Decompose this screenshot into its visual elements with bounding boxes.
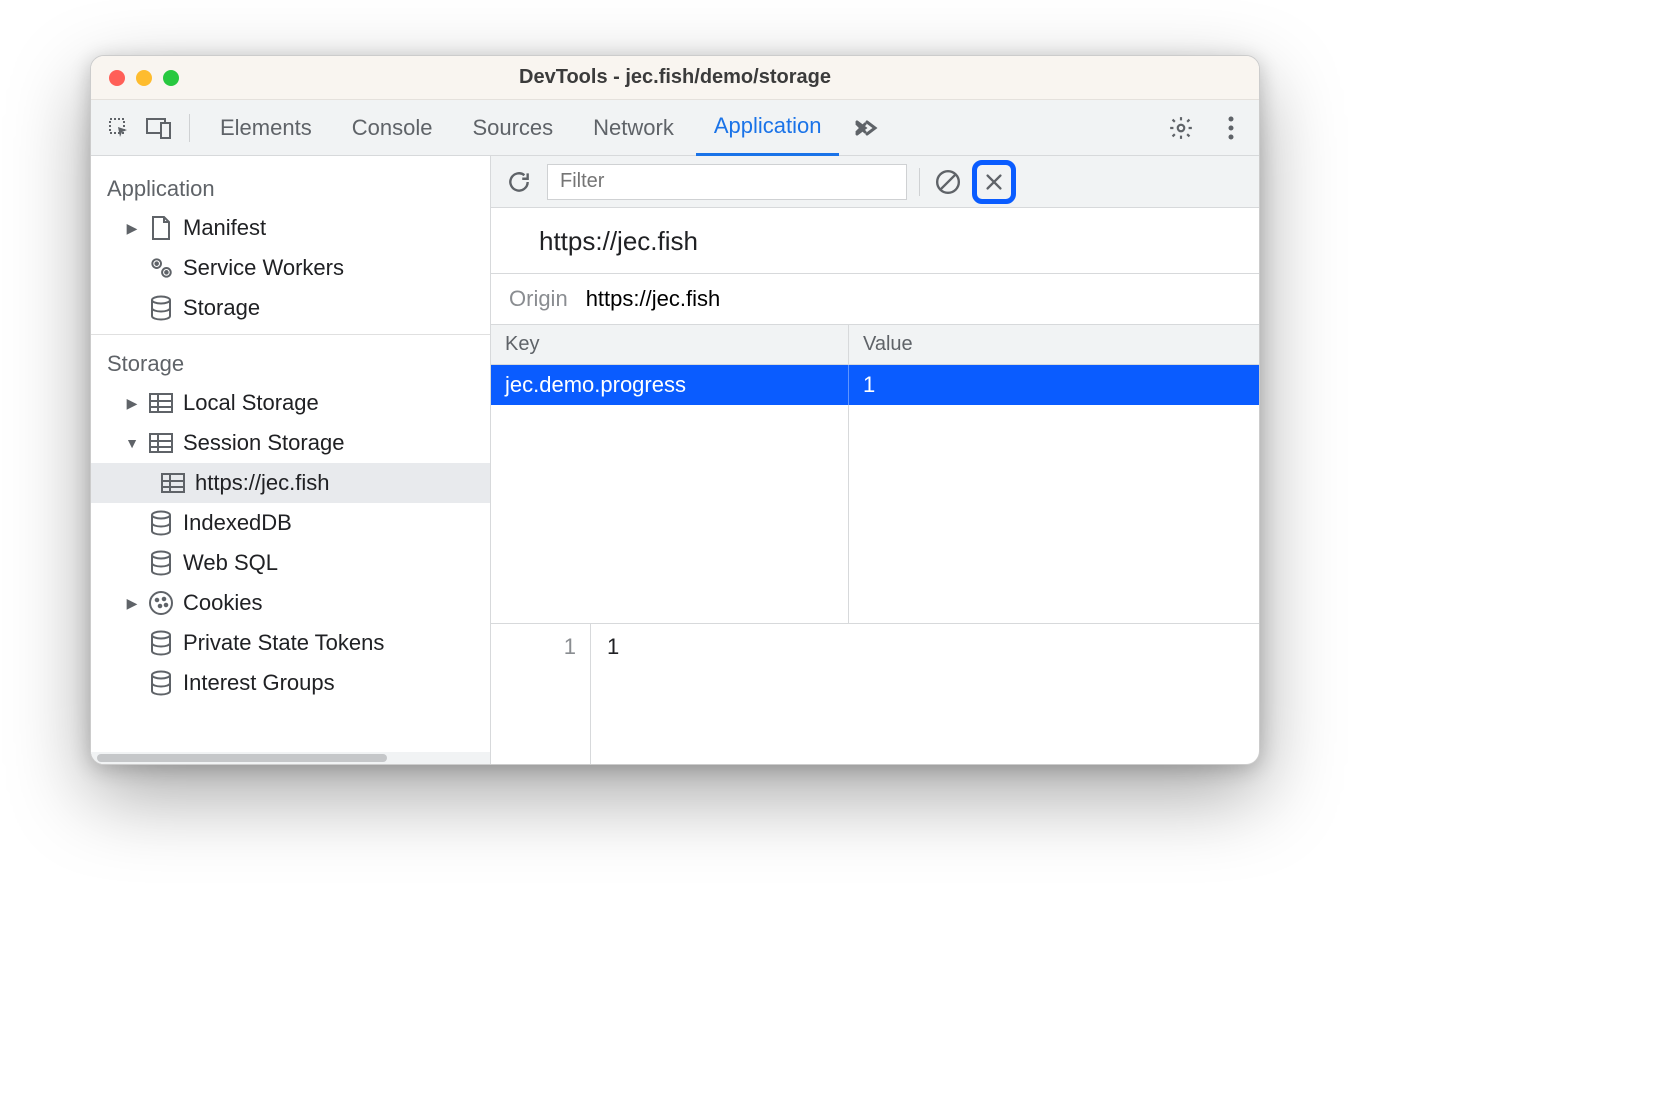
application-sidebar[interactable]: Application ▶ Manifest Se xyxy=(91,156,491,764)
origin-label: Origin xyxy=(509,286,568,312)
panel-toolbar xyxy=(491,156,1259,208)
settings-icon[interactable] xyxy=(1163,110,1199,146)
sidebar-item-label: Service Workers xyxy=(183,255,344,281)
separator xyxy=(91,334,490,335)
delete-selected-icon[interactable] xyxy=(980,168,1008,196)
table-empty-area[interactable] xyxy=(491,405,1259,624)
sidebar-item-label: Private State Tokens xyxy=(183,630,384,656)
column-header-value[interactable]: Value xyxy=(849,325,1259,364)
minimize-window-button[interactable] xyxy=(136,70,152,86)
separator xyxy=(919,168,920,196)
cookie-icon xyxy=(147,589,175,617)
horizontal-scrollbar[interactable] xyxy=(91,752,490,764)
device-toolbar-icon[interactable] xyxy=(141,110,177,146)
sidebar-item-label: IndexedDB xyxy=(183,510,292,536)
table-icon xyxy=(147,389,175,417)
sidebar-item-local-storage[interactable]: ▶ Local Storage xyxy=(91,383,490,423)
cell-key[interactable]: jec.demo.progress xyxy=(491,365,849,405)
origin-heading: https://jec.fish xyxy=(491,208,1259,274)
value-preview: 1 1 xyxy=(491,624,1259,764)
database-icon xyxy=(147,294,175,322)
sidebar-item-service-workers[interactable]: Service Workers xyxy=(91,248,490,288)
table-row[interactable]: jec.demo.progress 1 xyxy=(491,365,1259,405)
preview-content: 1 xyxy=(591,624,1259,764)
sidebar-item-private-state-tokens[interactable]: Private State Tokens xyxy=(91,623,490,663)
table-icon xyxy=(159,469,187,497)
delete-selected-highlight xyxy=(972,160,1016,204)
devtools-toolbar: Elements Console Sources Network Applica… xyxy=(91,100,1259,156)
sidebar-item-label: Cookies xyxy=(183,590,262,616)
table-icon xyxy=(147,429,175,457)
zoom-window-button[interactable] xyxy=(163,70,179,86)
sidebar-item-session-storage[interactable]: ▼ Session Storage xyxy=(91,423,490,463)
sidebar-item-label: https://jec.fish xyxy=(195,470,330,496)
scrollbar-thumb[interactable] xyxy=(97,754,387,762)
tab-network[interactable]: Network xyxy=(575,100,692,156)
tab-elements[interactable]: Elements xyxy=(202,100,330,156)
sidebar-item-label: Session Storage xyxy=(183,430,344,456)
sidebar-item-label: Manifest xyxy=(183,215,266,241)
column-header-key[interactable]: Key xyxy=(491,325,849,364)
inspect-element-icon[interactable] xyxy=(101,110,137,146)
sidebar-section-application: Application xyxy=(91,166,490,208)
sidebar-item-label: Interest Groups xyxy=(183,670,335,696)
filter-input[interactable] xyxy=(547,164,907,200)
collapse-arrow-icon: ▼ xyxy=(125,435,139,451)
kebab-menu-icon[interactable] xyxy=(1213,110,1249,146)
sidebar-item-interest-groups[interactable]: Interest Groups xyxy=(91,663,490,703)
separator xyxy=(189,114,190,142)
table-header: Key Value xyxy=(491,325,1259,365)
titlebar: DevTools - jec.fish/demo/storage xyxy=(91,56,1259,100)
sidebar-item-label: Local Storage xyxy=(183,390,319,416)
sidebar-item-manifest[interactable]: ▶ Manifest xyxy=(91,208,490,248)
sidebar-item-label: Web SQL xyxy=(183,550,278,576)
expand-arrow-icon: ▶ xyxy=(125,595,139,612)
expand-arrow-icon: ▶ xyxy=(125,220,139,237)
cell-value[interactable]: 1 xyxy=(849,365,1259,405)
storage-panel: https://jec.fish Origin https://jec.fish… xyxy=(486,156,1259,764)
tab-sources[interactable]: Sources xyxy=(454,100,571,156)
database-icon xyxy=(147,669,175,697)
origin-value: https://jec.fish xyxy=(586,286,721,312)
origin-row: Origin https://jec.fish xyxy=(491,274,1259,325)
sidebar-item-session-origin[interactable]: https://jec.fish xyxy=(91,463,490,503)
tab-console[interactable]: Console xyxy=(334,100,451,156)
close-window-button[interactable] xyxy=(109,70,125,86)
devtools-window: DevTools - jec.fish/demo/storage Element… xyxy=(90,55,1260,765)
sidebar-item-label: Storage xyxy=(183,295,260,321)
refresh-icon[interactable] xyxy=(503,166,535,198)
sidebar-item-cookies[interactable]: ▶ Cookies xyxy=(91,583,490,623)
gears-icon xyxy=(147,254,175,282)
devtools-body: Application ▶ Manifest Se xyxy=(91,156,1259,764)
window-title: DevTools - jec.fish/demo/storage xyxy=(519,66,831,89)
more-tabs-icon[interactable] xyxy=(843,118,891,138)
database-icon xyxy=(147,509,175,537)
window-controls xyxy=(109,70,179,86)
tab-application[interactable]: Application xyxy=(696,100,840,156)
sidebar-item-indexeddb[interactable]: IndexedDB xyxy=(91,503,490,543)
sidebar-section-storage: Storage xyxy=(91,341,490,383)
clear-all-icon[interactable] xyxy=(932,166,964,198)
preview-line-number: 1 xyxy=(491,624,591,764)
storage-table: Key Value jec.demo.progress 1 xyxy=(491,325,1259,624)
sidebar-item-websql[interactable]: Web SQL xyxy=(91,543,490,583)
document-icon xyxy=(147,214,175,242)
database-icon xyxy=(147,629,175,657)
sidebar-item-storage[interactable]: Storage xyxy=(91,288,490,328)
database-icon xyxy=(147,549,175,577)
expand-arrow-icon: ▶ xyxy=(125,395,139,412)
